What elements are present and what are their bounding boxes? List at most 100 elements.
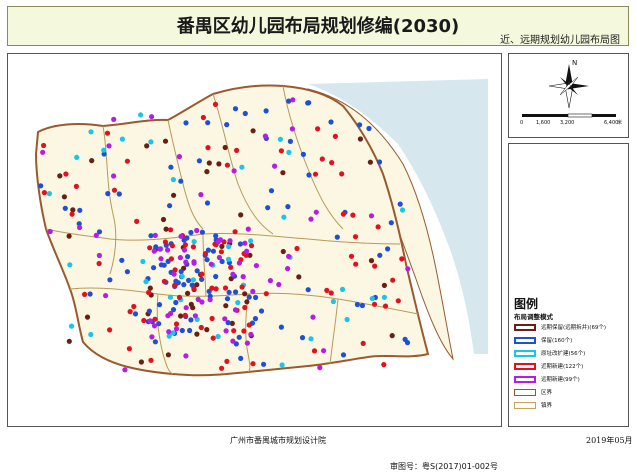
kindergarten-point [57, 173, 63, 179]
kindergarten-point [168, 256, 174, 262]
kindergarten-point [208, 261, 214, 267]
kindergarten-point [148, 139, 154, 145]
kindergarten-point [63, 171, 69, 177]
kindergarten-point [352, 234, 359, 240]
kindergarten-point [308, 336, 314, 342]
kindergarten-point [238, 212, 244, 218]
kindergarten-point [62, 205, 68, 211]
kindergarten-point [265, 205, 271, 211]
kindergarten-point [240, 274, 246, 280]
kindergarten-point [134, 218, 140, 224]
scale-tick-1: 1,600 [536, 120, 550, 126]
kindergarten-point [369, 295, 375, 302]
kindergarten-point [152, 339, 158, 345]
kindergarten-point [67, 262, 73, 268]
kindergarten-point [224, 162, 230, 168]
kindergarten-point [163, 226, 169, 232]
kindergarten-point [290, 97, 296, 103]
legend-swatch [514, 402, 536, 409]
kindergarten-point [41, 190, 48, 196]
kindergarten-point [40, 149, 46, 155]
kindergarten-point [69, 211, 75, 217]
map-subtitle: 近、远期规划幼儿园布局图 [500, 35, 620, 46]
kindergarten-point [215, 239, 221, 245]
kindergarten-point [319, 156, 325, 162]
kindergarten-point [165, 352, 171, 358]
legend-item: 原址改扩建(56个) [514, 350, 629, 359]
kindergarten-point [236, 260, 242, 266]
kindergarten-point [204, 169, 210, 175]
kindergarten-point [173, 321, 180, 327]
kindergarten-point [200, 114, 206, 121]
kindergarten-point [227, 238, 233, 244]
kindergarten-point [77, 207, 83, 213]
kindergarten-point [285, 204, 291, 210]
kindergarten-point [375, 224, 381, 230]
kindergarten-point [166, 329, 172, 335]
kindergarten-point [218, 249, 224, 255]
kindergarten-point [242, 291, 248, 297]
kindergarten-point [213, 273, 219, 280]
kindergarten-point [223, 303, 229, 309]
kindergarten-point [182, 242, 188, 248]
kindergarten-point [68, 323, 75, 329]
kindergarten-point [131, 303, 137, 310]
kindergarten-point [399, 207, 406, 213]
kindergarten-point [210, 335, 216, 341]
kindergarten-point [328, 290, 334, 296]
kindergarten-point [246, 322, 252, 328]
kindergarten-point [258, 308, 265, 314]
kindergarten-point [353, 261, 359, 267]
kindergarten-point [348, 253, 355, 259]
kindergarten-point [248, 238, 254, 244]
kindergarten-point [162, 138, 169, 144]
kindergarten-point [167, 203, 173, 209]
title-banner: 番禺区幼儿园布局规划修编(2030) 近、远期规划幼儿园布局图 [7, 6, 629, 46]
kindergarten-point [173, 299, 179, 306]
kindergarten-point [146, 308, 152, 314]
kindergarten-point [305, 100, 311, 106]
kindergarten-point [215, 333, 221, 340]
kindergarten-point [226, 244, 232, 250]
kindergarten-point [248, 331, 254, 337]
kindergarten-point [198, 324, 204, 331]
kindergarten-point [268, 188, 275, 194]
kindergarten-point [127, 309, 133, 315]
kindergarten-point [224, 358, 230, 364]
kindergarten-point [216, 254, 222, 261]
kindergarten-point [280, 170, 286, 176]
kindergarten-point [87, 291, 93, 297]
kindergarten-point [239, 164, 245, 170]
kindergarten-point [267, 278, 273, 284]
kindergarten-point [185, 254, 191, 260]
kindergarten-point [147, 318, 153, 324]
legend-label: 区界 [541, 390, 553, 396]
kindergarten-point [101, 147, 107, 153]
kindergarten-point [242, 240, 248, 246]
kindergarten-point [232, 229, 238, 235]
kindergarten-point [231, 168, 237, 174]
kindergarten-point [173, 326, 180, 332]
kindergarten-point [205, 145, 211, 151]
kindergarten-point [250, 128, 256, 134]
kindergarten-point [207, 297, 213, 303]
kindergarten-point [216, 161, 222, 167]
kindergarten-point [84, 314, 91, 320]
kindergarten-point [116, 191, 122, 197]
kindergarten-point [183, 120, 189, 126]
kindergarten-point [138, 359, 144, 365]
kindergarten-point [106, 143, 112, 149]
kindergarten-point [294, 245, 300, 252]
kindergarten-point [191, 239, 197, 245]
kindergarten-point [151, 323, 158, 329]
kindergarten-point [88, 331, 94, 338]
kindergarten-point [179, 327, 185, 334]
kindergarten-point [279, 362, 285, 368]
kindergarten-point [176, 154, 182, 160]
kindergarten-point [250, 361, 256, 367]
kindergarten-point [178, 178, 184, 184]
kindergarten-point [372, 263, 378, 269]
legend-content: 图例 布局调整模式 远期保留(远期拆并)(69个) 保留(160个) 原址改扩建… [508, 143, 629, 427]
scale-tick-0: 0 [520, 120, 523, 126]
kindergarten-point [324, 287, 330, 293]
